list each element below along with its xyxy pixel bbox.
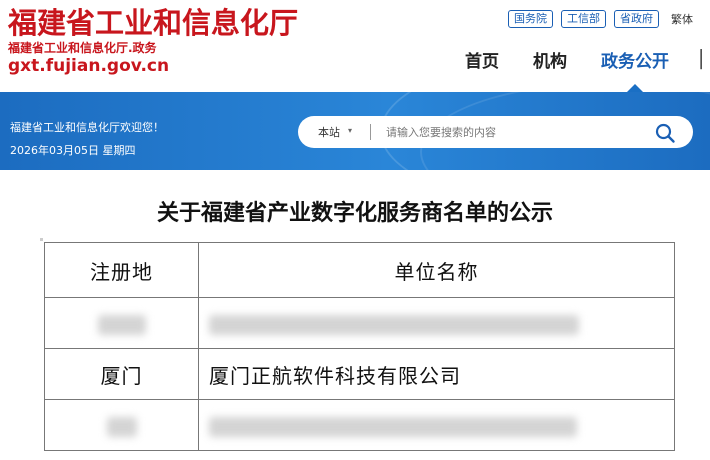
search-scope-select[interactable]: 本站 (318, 124, 340, 140)
main-nav: 首页 机构 政务公开 (465, 50, 681, 74)
table-corner-mark (40, 238, 43, 241)
blurred-text (209, 416, 577, 437)
link-miit[interactable]: 工信部 (561, 10, 606, 28)
search-input[interactable] (386, 122, 636, 142)
top-links: 国务院 工信部 省政府 繁体 (508, 10, 693, 28)
cell-location-blurred (44, 399, 199, 451)
cell-name-blurred (198, 399, 675, 451)
search-icon[interactable] (654, 122, 676, 144)
cell-company-name: 厦门正航软件科技有限公司 (198, 348, 675, 400)
link-state-council[interactable]: 国务院 (508, 10, 553, 28)
cell-name-blurred (198, 297, 675, 349)
blurred-text (97, 314, 146, 335)
link-provincial-gov[interactable]: 省政府 (614, 10, 659, 28)
nav-home[interactable]: 首页 (465, 50, 533, 74)
active-nav-indicator (627, 84, 643, 92)
search-divider (370, 124, 371, 140)
header-location: 注册地 (44, 242, 199, 298)
blurred-text (106, 416, 137, 437)
current-date: 2026年03月05日 星期四 (10, 144, 136, 157)
table-header-row: 注册地 单位名称 (44, 242, 675, 298)
blurred-text (209, 314, 579, 335)
site-header: 福建省工业和信息化厅 福建省工业和信息化厅.政务 gxt.fujian.gov.… (0, 0, 710, 92)
nav-more[interactable]: │ (696, 50, 706, 70)
provider-table: 注册地 单位名称 厦门 厦门正航软件科技有限公司 (44, 242, 675, 451)
header-company-name: 单位名称 (198, 242, 675, 298)
logo-subtitle: 福建省工业和信息化厅.政务 (8, 41, 157, 55)
chevron-down-icon[interactable]: ▾ (348, 126, 352, 135)
logo-title: 福建省工业和信息化厅 (8, 6, 299, 40)
nav-organization[interactable]: 机构 (533, 50, 601, 74)
cell-location-blurred (44, 297, 199, 349)
site-logo[interactable]: 福建省工业和信息化厅 福建省工业和信息化厅.政务 gxt.fujian.gov.… (8, 6, 298, 76)
page-title: 关于福建省产业数字化服务商名单的公示 (156, 201, 553, 226)
search-bar: 本站 ▾ (298, 116, 693, 148)
table-row (44, 297, 675, 349)
table-row: 厦门 厦门正航软件科技有限公司 (44, 348, 675, 400)
table-row (44, 399, 675, 451)
traditional-chinese-toggle[interactable]: 繁体 (671, 11, 693, 27)
welcome-text: 福建省工业和信息化厅欢迎您！ (10, 121, 164, 134)
nav-gov-affairs[interactable]: 政务公开 (601, 50, 681, 74)
logo-url: gxt.fujian.gov.cn (8, 56, 170, 76)
cell-location: 厦门 (44, 348, 199, 400)
